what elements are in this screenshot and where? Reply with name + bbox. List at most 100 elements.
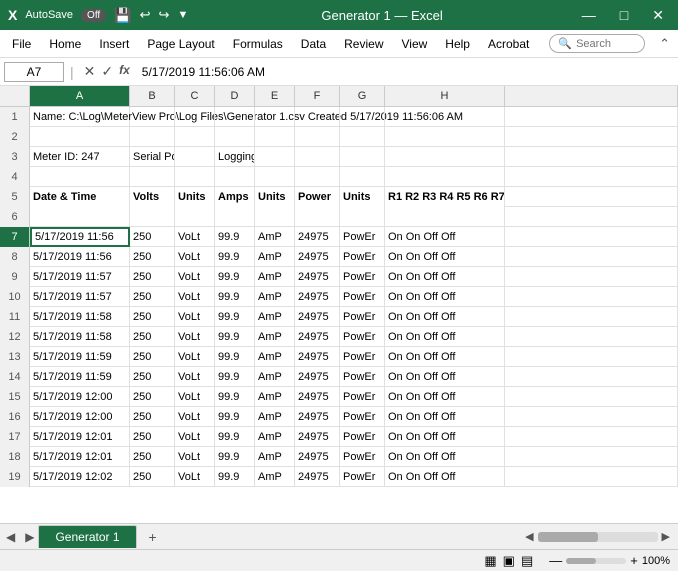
cell-d8[interactable]: 99.9	[215, 247, 255, 267]
cell-e8[interactable]: AmP	[255, 247, 295, 267]
autosave-toggle[interactable]: Off	[81, 9, 106, 22]
cell-a6[interactable]	[30, 207, 130, 227]
cell-h15[interactable]: On On Off Off	[385, 387, 505, 407]
cell-b1[interactable]	[130, 107, 175, 127]
cell-a19[interactable]: 5/17/2019 12:02	[30, 467, 130, 487]
cell-c3[interactable]	[175, 147, 215, 167]
cell-h8[interactable]: On On Off Off	[385, 247, 505, 267]
col-header-f[interactable]: F	[295, 86, 340, 106]
cell-e14[interactable]: AmP	[255, 367, 295, 387]
undo-icon[interactable]: ↩	[140, 7, 151, 23]
cell-a7[interactable]: 5/17/2019 11:56	[30, 227, 130, 247]
cell-b19[interactable]: 250	[130, 467, 175, 487]
cell-e12[interactable]: AmP	[255, 327, 295, 347]
cell-e7[interactable]: AmP	[255, 227, 295, 247]
cell-h3[interactable]	[385, 147, 505, 167]
cell-a9[interactable]: 5/17/2019 11:57	[30, 267, 130, 287]
cell-g10[interactable]: PowEr	[340, 287, 385, 307]
cell-g18[interactable]: PowEr	[340, 447, 385, 467]
menu-home[interactable]: Home	[41, 33, 89, 55]
col-header-a[interactable]: A	[30, 86, 130, 106]
cell-g3[interactable]	[340, 147, 385, 167]
page-layout-icon[interactable]: ▣	[503, 553, 515, 569]
cell-a16[interactable]: 5/17/2019 12:00	[30, 407, 130, 427]
cell-f17[interactable]: 24975	[295, 427, 340, 447]
cell-f6[interactable]	[295, 207, 340, 227]
zoom-out-icon[interactable]: —	[549, 553, 562, 568]
minimize-button[interactable]: —	[576, 7, 602, 24]
add-sheet-button[interactable]: +	[139, 525, 167, 549]
cell-c13[interactable]: VoLt	[175, 347, 215, 367]
cell-b8[interactable]: 250	[130, 247, 175, 267]
cell-d5[interactable]: Amps	[215, 187, 255, 207]
cell-a14[interactable]: 5/17/2019 11:59	[30, 367, 130, 387]
cell-c6[interactable]	[175, 207, 215, 227]
cell-e6[interactable]	[255, 207, 295, 227]
cell-g1[interactable]	[340, 107, 385, 127]
cell-f9[interactable]: 24975	[295, 267, 340, 287]
cell-c1[interactable]	[175, 107, 215, 127]
cell-b9[interactable]: 250	[130, 267, 175, 287]
cell-e16[interactable]: AmP	[255, 407, 295, 427]
cell-d13[interactable]: 99.9	[215, 347, 255, 367]
col-header-d[interactable]: D	[215, 86, 255, 106]
cell-d9[interactable]: 99.9	[215, 267, 255, 287]
cell-h9[interactable]: On On Off Off	[385, 267, 505, 287]
cell-h13[interactable]: On On Off Off	[385, 347, 505, 367]
cell-f19[interactable]: 24975	[295, 467, 340, 487]
cell-b6[interactable]	[130, 207, 175, 227]
cell-d17[interactable]: 99.9	[215, 427, 255, 447]
horizontal-scrollbar[interactable]: ◀ ▶	[525, 530, 670, 543]
cell-f1[interactable]	[295, 107, 340, 127]
menu-view[interactable]: View	[394, 33, 436, 55]
cell-b13[interactable]: 250	[130, 347, 175, 367]
cell-d19[interactable]: 99.9	[215, 467, 255, 487]
cell-g13[interactable]: PowEr	[340, 347, 385, 367]
cell-b18[interactable]: 250	[130, 447, 175, 467]
insert-function-icon[interactable]: fx	[119, 63, 130, 80]
cell-f7[interactable]: 24975	[295, 227, 340, 247]
cell-c4[interactable]	[175, 167, 215, 187]
cell-d3[interactable]: Logging Rate: 1 update every 30 Seconds	[215, 147, 255, 167]
cell-c10[interactable]: VoLt	[175, 287, 215, 307]
cell-d12[interactable]: 99.9	[215, 327, 255, 347]
cell-a10[interactable]: 5/17/2019 11:57	[30, 287, 130, 307]
cell-b3[interactable]: Serial Por	[130, 147, 175, 167]
cell-f3[interactable]	[295, 147, 340, 167]
save-icon[interactable]: 💾	[114, 7, 131, 24]
menu-formulas[interactable]: Formulas	[225, 33, 291, 55]
menu-page-layout[interactable]: Page Layout	[139, 33, 222, 55]
cell-b11[interactable]: 250	[130, 307, 175, 327]
normal-view-icon[interactable]: ▦	[484, 553, 496, 569]
col-header-e[interactable]: E	[255, 86, 295, 106]
cell-f12[interactable]: 24975	[295, 327, 340, 347]
cell-h1[interactable]	[385, 107, 505, 127]
search-input[interactable]	[576, 38, 636, 50]
cell-h19[interactable]: On On Off Off	[385, 467, 505, 487]
cell-h4[interactable]	[385, 167, 505, 187]
cell-h7[interactable]: On On Off Off	[385, 227, 505, 247]
menu-insert[interactable]: Insert	[91, 33, 137, 55]
cell-h6[interactable]	[385, 207, 505, 227]
cell-b2[interactable]	[130, 127, 175, 147]
cell-a4[interactable]	[30, 167, 130, 187]
cell-f5[interactable]: Power	[295, 187, 340, 207]
cell-e19[interactable]: AmP	[255, 467, 295, 487]
zoom-in-icon[interactable]: +	[630, 553, 638, 568]
cell-c18[interactable]: VoLt	[175, 447, 215, 467]
cell-b5[interactable]: Volts	[130, 187, 175, 207]
cell-h10[interactable]: On On Off Off	[385, 287, 505, 307]
cell-b17[interactable]: 250	[130, 427, 175, 447]
cell-g6[interactable]	[340, 207, 385, 227]
cell-d6[interactable]	[215, 207, 255, 227]
cell-d10[interactable]: 99.9	[215, 287, 255, 307]
ribbon-collapse-icon[interactable]: ⌃	[655, 36, 674, 52]
cell-a13[interactable]: 5/17/2019 11:59	[30, 347, 130, 367]
cell-d18[interactable]: 99.9	[215, 447, 255, 467]
col-header-b[interactable]: B	[130, 86, 175, 106]
cell-c14[interactable]: VoLt	[175, 367, 215, 387]
cell-g11[interactable]: PowEr	[340, 307, 385, 327]
col-header-c[interactable]: C	[175, 86, 215, 106]
cell-c11[interactable]: VoLt	[175, 307, 215, 327]
cell-h12[interactable]: On On Off Off	[385, 327, 505, 347]
